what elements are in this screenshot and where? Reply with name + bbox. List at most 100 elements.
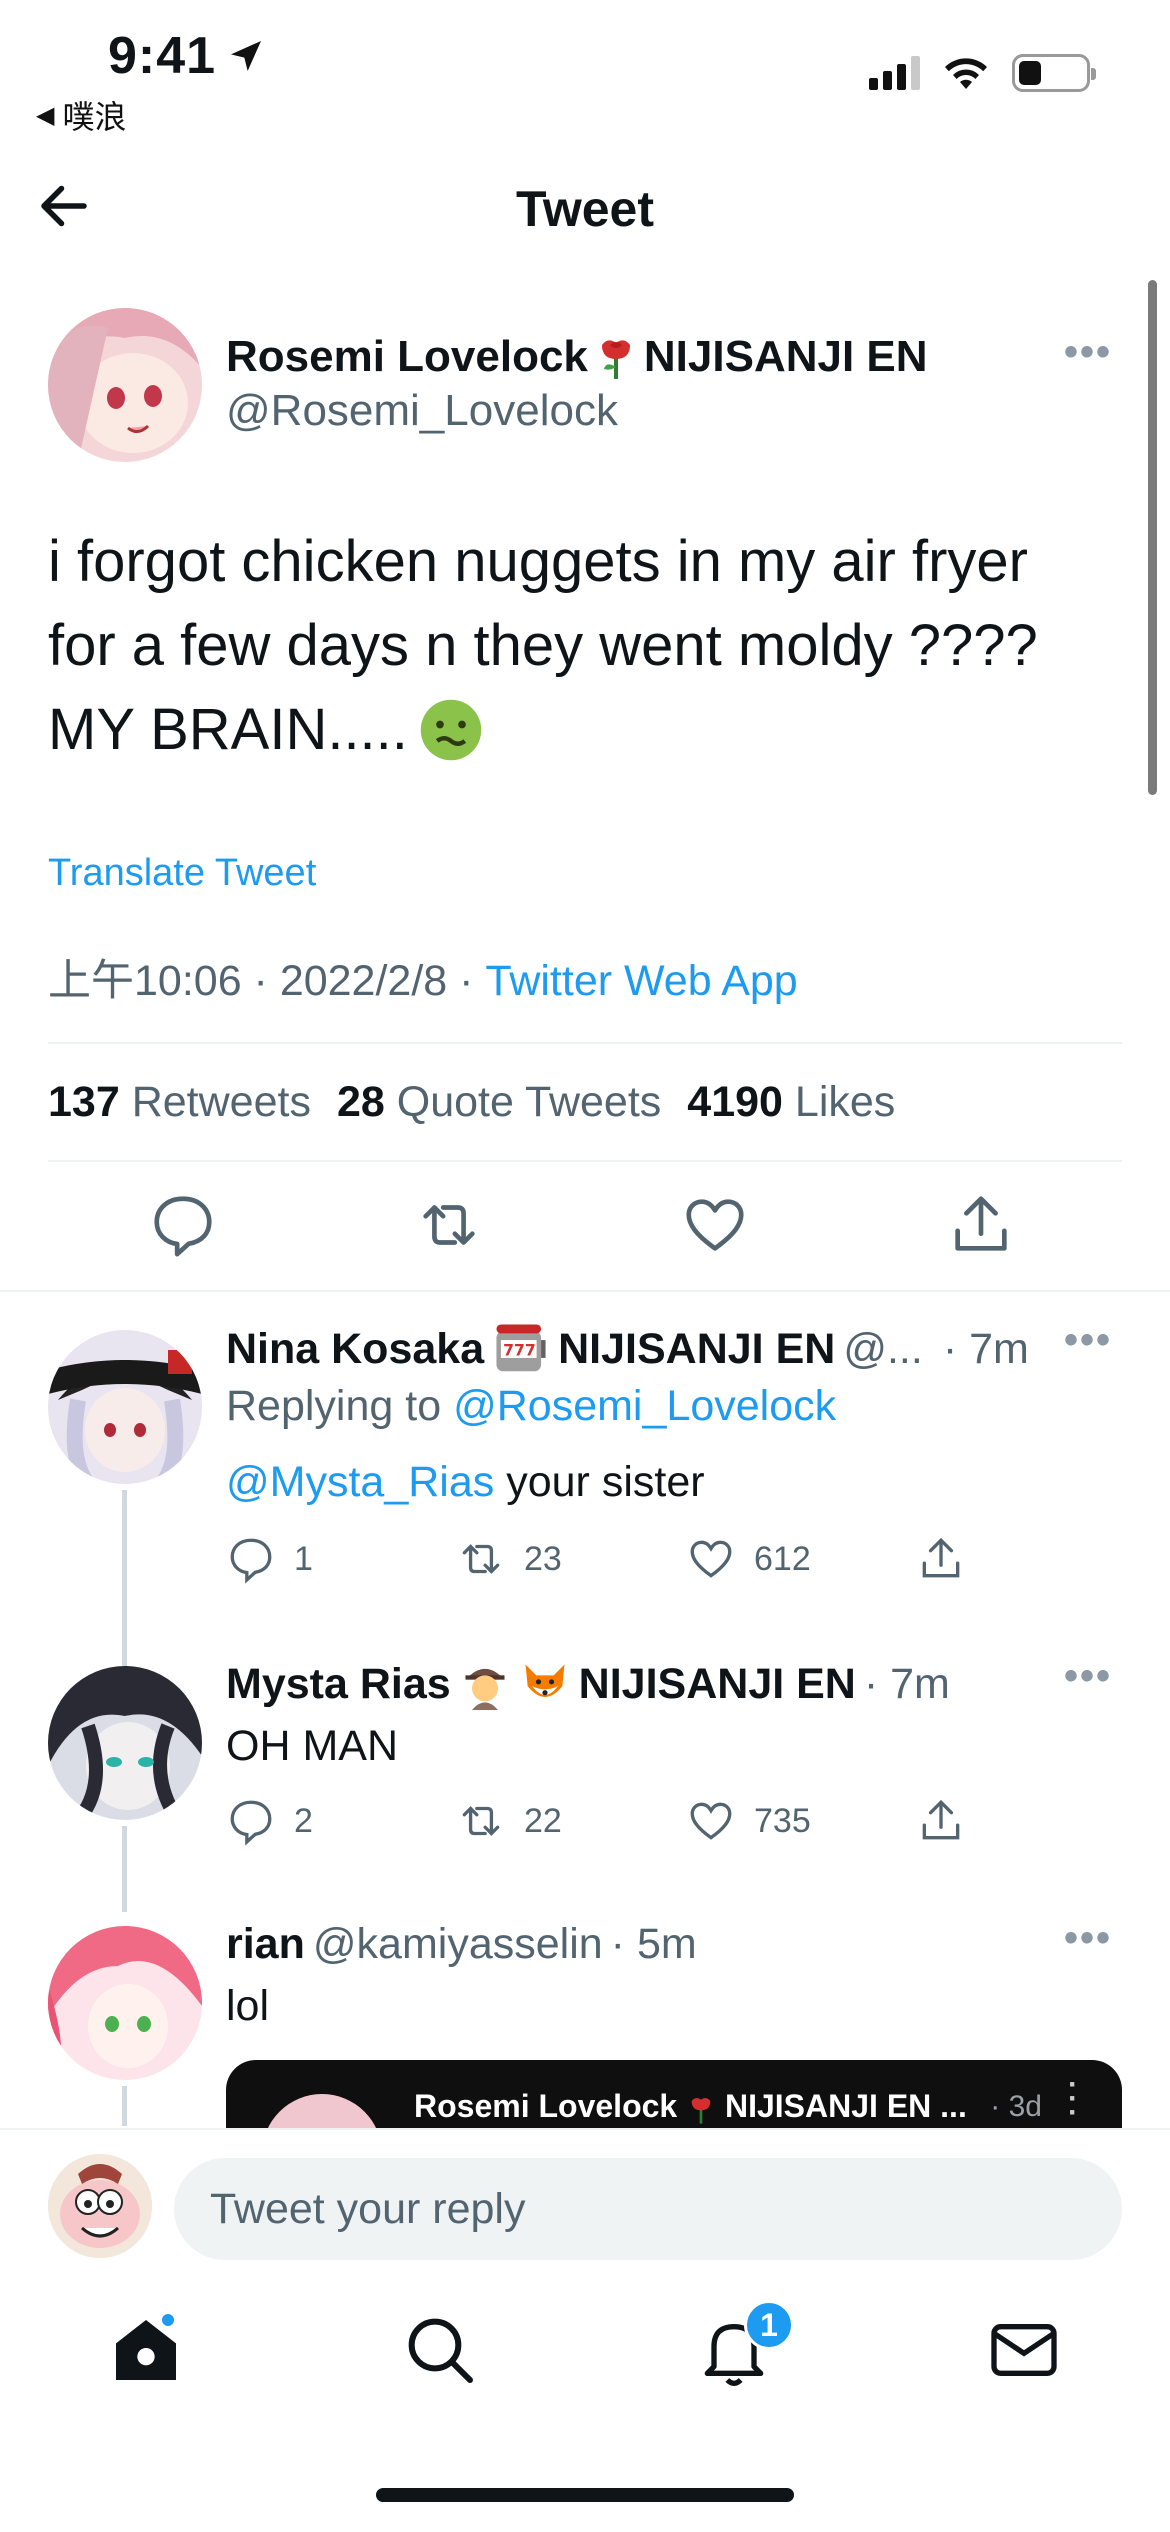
more-options-icon[interactable]: •••	[1064, 1916, 1112, 1961]
quotes-label: Quote Tweets	[396, 1078, 662, 1126]
vertical-more-icon[interactable]: · · ·	[1068, 2070, 1078, 2128]
retweet-icon[interactable]	[414, 1190, 484, 1260]
mention-link[interactable]: @Mysta_Rias	[226, 1458, 494, 1506]
retweets-count: 137	[48, 1078, 120, 1126]
replying-prefix: Replying to	[226, 1382, 454, 1430]
like-heart-icon	[690, 1540, 732, 1578]
retweet-button[interactable]: 23	[456, 1534, 562, 1584]
notifications-badge-count: 1	[760, 2306, 778, 2343]
slot-machine-emoji-icon: 777	[496, 1324, 546, 1372]
reply-actions: 2 22 735	[226, 1796, 986, 1852]
reply-author-name[interactable]: Mysta Rias	[226, 1660, 451, 1709]
author-affiliation: NIJISANJI EN	[643, 332, 928, 381]
more-options-icon[interactable]: •••	[1064, 1654, 1112, 1699]
share-icon	[922, 1799, 960, 1840]
status-icons	[869, 54, 1096, 92]
reply-avatar[interactable]	[48, 1330, 202, 1484]
cellular-signal-icon	[869, 56, 920, 90]
reply-time: · 7m	[863, 1659, 950, 1708]
quoted-author-name: Rosemi Lovelock	[414, 2088, 678, 2124]
divider	[0, 1290, 1170, 1292]
retweet-icon	[462, 1544, 500, 1574]
back-app-label: 噗浪	[62, 99, 127, 135]
retweet-icon	[462, 1806, 500, 1836]
svg-text:777: 777	[503, 1342, 536, 1360]
reply-icon[interactable]	[148, 1190, 218, 1260]
reply-author-name[interactable]: rian	[226, 1920, 305, 1969]
reply-avatar[interactable]	[48, 1666, 202, 1820]
more-options-icon[interactable]: •••	[1064, 1318, 1112, 1363]
reply-button[interactable]: 2	[226, 1796, 313, 1846]
location-arrow-icon	[231, 41, 262, 71]
tweet-text-line: MY BRAIN.....	[48, 688, 1128, 772]
retweets-stat[interactable]: 137 Retweets	[48, 1078, 311, 1127]
reply-author-handle[interactable]: @...	[843, 1325, 923, 1374]
like-button[interactable]: 612	[686, 1534, 811, 1584]
reply-composer-bar: Tweet your reply	[0, 2128, 1170, 2260]
back-to-app-link[interactable]: ◀ 噗浪	[36, 92, 126, 138]
like-count: 612	[754, 1539, 811, 1578]
back-triangle-icon: ◀	[36, 101, 55, 129]
thread-line	[122, 1826, 127, 1912]
reply-author-affiliation: NIJISANJI EN	[558, 1324, 836, 1373]
like-heart-icon[interactable]	[680, 1190, 750, 1260]
home-indicator[interactable]	[376, 2488, 794, 2502]
reply-count: 2	[294, 1801, 313, 1840]
quoted-time: · 3d	[990, 2090, 1042, 2123]
tweet-actions	[0, 1190, 1170, 1270]
translate-tweet-link[interactable]: Translate Tweet	[48, 852, 316, 895]
status-time-text: 9:41	[108, 27, 217, 85]
tweet-timestamp: 上午10:06 · 2022/2/8 ·	[48, 957, 486, 1005]
scroll-indicator[interactable]	[1148, 280, 1157, 795]
tweet-source-app[interactable]: Twitter Web App	[485, 957, 797, 1005]
reply-time: · 7m	[942, 1324, 1029, 1373]
nauseated-face-emoji-icon	[420, 699, 482, 761]
likes-count: 4190	[687, 1078, 783, 1126]
retweet-count: 23	[524, 1539, 562, 1578]
retweet-button[interactable]: 22	[456, 1796, 562, 1846]
quoted-author: Rosemi Lovelock NIJISANJI EN ...	[414, 2088, 967, 2125]
tweet-text-line-3: MY BRAIN.....	[48, 697, 408, 762]
reply-author-affiliation: NIJISANJI EN	[578, 1659, 856, 1708]
wifi-icon	[945, 58, 987, 89]
reply-author-handle[interactable]: @kamiyasselin	[313, 1920, 603, 1969]
share-button[interactable]	[916, 1534, 966, 1584]
like-button[interactable]: 735	[686, 1796, 811, 1846]
share-icon	[922, 1537, 960, 1578]
reply-input-placeholder: Tweet your reply	[210, 2184, 526, 2233]
replying-to-link[interactable]: @Rosemi_Lovelock	[453, 1382, 836, 1430]
replying-to: Replying to @Rosemi_Lovelock	[226, 1382, 836, 1431]
reply-icon	[230, 1800, 272, 1846]
author-handle[interactable]: @Rosemi_Lovelock	[226, 386, 618, 436]
reply-header: Nina Kosaka 777 NIJISANJI EN @... · 7m	[226, 1322, 1029, 1376]
reply-time: · 5m	[610, 1920, 697, 1968]
likes-stat[interactable]: 4190 Likes	[687, 1078, 895, 1127]
quote-tweets-stat[interactable]: 28 Quote Tweets	[337, 1078, 661, 1127]
retweets-label: Retweets	[131, 1078, 311, 1126]
reply-input[interactable]: Tweet your reply	[174, 2158, 1122, 2260]
reply-header: rian @kamiyasselin · 5m	[226, 1920, 697, 1969]
reply-text: OH MAN	[226, 1722, 398, 1770]
more-options-icon[interactable]: •••	[1064, 330, 1112, 375]
reply-actions: 1 23 612	[226, 1534, 986, 1590]
tweet-text-line: i forgot chicken nuggets in my air fryer	[48, 529, 1028, 594]
reply-text: @Mysta_Rias your sister	[226, 1458, 705, 1507]
tweet-text-line: for a few days n they went moldy ????	[48, 613, 1038, 678]
share-icon[interactable]	[946, 1190, 1016, 1260]
thread-line	[122, 2086, 127, 2126]
messages-envelope-icon[interactable]	[984, 2310, 1064, 2390]
author-avatar[interactable]	[48, 308, 202, 462]
likes-label: Likes	[794, 1078, 896, 1126]
reply-button[interactable]: 1	[226, 1534, 313, 1584]
my-avatar[interactable]	[48, 2154, 152, 2258]
bottom-tab-bar: 1	[0, 2270, 1170, 2420]
status-bar: 9:41 ◀ 噗浪	[0, 0, 1170, 135]
search-icon[interactable]	[400, 2310, 480, 2390]
reply-author-name[interactable]: Nina Kosaka	[226, 1325, 484, 1374]
share-button[interactable]	[916, 1796, 966, 1846]
reply-avatar[interactable]	[48, 1926, 202, 2080]
reply-count: 1	[294, 1539, 313, 1578]
reply-text: lol	[226, 1982, 270, 2030]
author-name[interactable]: Rosemi Lovelock NIJISANJI EN	[226, 332, 928, 382]
battery-icon	[1012, 54, 1096, 92]
